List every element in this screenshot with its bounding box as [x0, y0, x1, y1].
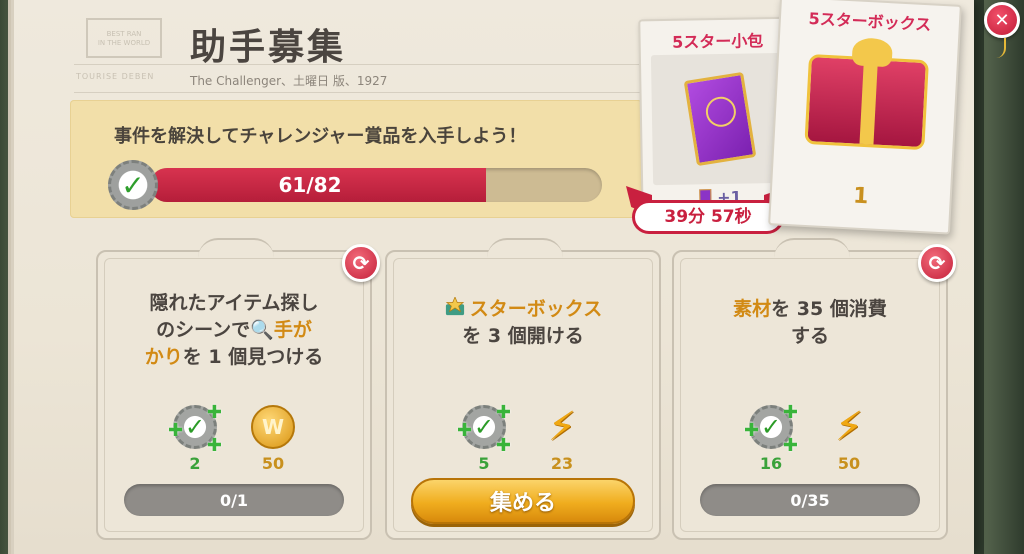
reward-coin: W 50: [245, 402, 301, 473]
goal-check-icon: ✓: [108, 160, 158, 210]
reward-energy-value: 50: [837, 454, 861, 473]
stamp-caption: TOURISE DEBEN: [76, 72, 155, 81]
task-rewards: ✓ ✚ ✚ ✚ 5 ⚡ 23: [387, 402, 659, 473]
plus-icon: ✚: [206, 435, 222, 456]
task-progress-pill: 0/35: [700, 484, 920, 516]
xp-badge-wrap: ✓ ✚ ✚ ✚: [457, 402, 511, 456]
prize-title: 5スター小包: [671, 31, 764, 52]
goal-text: 事件を解決してチャレンジャー賞品を入手しよう！: [114, 126, 527, 147]
task-highlight: スターボックス: [469, 298, 603, 320]
goal-panel: 事件を解決してチャレンジャー賞品を入手しよう！ 61/82 ✓: [70, 100, 642, 218]
task-text: する: [790, 325, 829, 347]
reward-xp: ✓ ✚ ✚ ✚ 2: [167, 402, 223, 473]
task-text: を 1 個見つける: [182, 346, 324, 368]
prize-count: 1: [852, 183, 870, 210]
card-pack-icon: [683, 71, 757, 167]
divider: [74, 64, 674, 65]
progress-label: 61/82: [278, 173, 342, 197]
task-card-open-star-boxes: スターボックス を 3 個開ける ✓ ✚ ✚ ✚ 5 ⚡ 23 集める: [385, 238, 661, 540]
refresh-task-button[interactable]: ⟳: [918, 244, 956, 282]
task-highlight: 手が: [273, 319, 312, 341]
task-description: スターボックス を 3 個開ける: [407, 296, 639, 350]
close-button[interactable]: ✕: [984, 2, 1020, 38]
plus-icon: ✚: [782, 435, 798, 456]
task-text: のシーンで: [156, 319, 251, 341]
refresh-task-button[interactable]: ⟳: [342, 244, 380, 282]
plus-icon: ✚: [744, 420, 760, 441]
reward-xp-value: 2: [189, 454, 201, 473]
xp-badge-wrap: ✓ ✚ ✚ ✚: [168, 402, 222, 456]
task-text: 隠れたアイテム探し: [149, 292, 319, 314]
plus-icon: ✚: [206, 402, 222, 423]
reward-energy: ⚡ 50: [821, 402, 877, 473]
reward-energy: ⚡ 23: [534, 402, 590, 473]
prize-image: [785, 28, 948, 176]
prize-card-five-star-box[interactable]: 5スターボックス 1: [768, 0, 962, 235]
task-text: を 3 個開ける: [462, 325, 584, 347]
task-highlight: 素材: [733, 298, 772, 320]
page-title: 助手募集: [190, 27, 347, 68]
plus-icon: ✚: [782, 402, 798, 423]
reward-xp: ✓ ✚ ✚ ✚ 16: [743, 402, 799, 473]
star-box-icon: [445, 297, 464, 316]
task-rewards: ✓ ✚ ✚ ✚ 16 ⚡ 50: [674, 402, 946, 473]
task-progress-pill: 0/1: [124, 484, 344, 516]
collect-button[interactable]: 集める: [411, 478, 635, 524]
treasure-chest-icon: [804, 53, 929, 151]
task-highlight: かり: [144, 346, 183, 368]
reward-coin-value: 50: [261, 454, 285, 473]
xp-badge-wrap: ✓ ✚ ✚ ✚: [744, 402, 798, 456]
task-card-find-clue: ⟳ 隠れたアイテム探し のシーンで🔍手が かりを 1 個見つける ✓ ✚ ✚ ✚…: [96, 238, 380, 540]
stamp-text: BEST RAN: [106, 30, 142, 38]
card-cap: [774, 238, 850, 258]
coin-icon: W: [251, 405, 295, 449]
background-right: [984, 0, 1024, 554]
stamp-text: IN THE WORLD: [97, 39, 151, 47]
task-description: 素材を 35 個消費 する: [694, 296, 926, 350]
task-description: 隠れたアイテム探し のシーンで🔍手が かりを 1 個見つける: [118, 290, 350, 371]
magnifier-icon: 🔍: [250, 319, 274, 341]
reward-xp-value: 16: [759, 454, 783, 473]
coin-icon-wrap: W: [248, 402, 298, 452]
timer-ribbon: 39分 57秒: [632, 200, 784, 234]
energy-bolt-icon: ⚡: [547, 404, 577, 450]
divider: [74, 92, 674, 93]
plus-icon: ✚: [495, 402, 511, 423]
task-rewards: ✓ ✚ ✚ ✚ 2 W 50: [98, 402, 370, 473]
plus-icon: ✚: [168, 420, 184, 441]
reward-xp-value: 5: [478, 454, 490, 473]
plus-icon: ✚: [457, 420, 473, 441]
newspaper-stamp: BEST RAN IN THE WORLD: [86, 18, 162, 58]
prize-image: [650, 52, 790, 186]
card-cap: [487, 238, 563, 258]
reward-energy-value: 23: [550, 454, 574, 473]
task-card-consume-materials: ⟳ 素材を 35 個消費 する ✓ ✚ ✚ ✚ 16 ⚡ 50 0/35: [672, 238, 956, 540]
energy-bolt-icon: ⚡: [834, 404, 864, 450]
page-subtitle: The Challenger、土曜日 版、1927: [190, 74, 388, 88]
card-cap: [198, 238, 274, 258]
task-text: を 35 個消費: [771, 298, 887, 320]
plus-icon: ✚: [495, 435, 511, 456]
reward-xp: ✓ ✚ ✚ ✚ 5: [456, 402, 512, 473]
